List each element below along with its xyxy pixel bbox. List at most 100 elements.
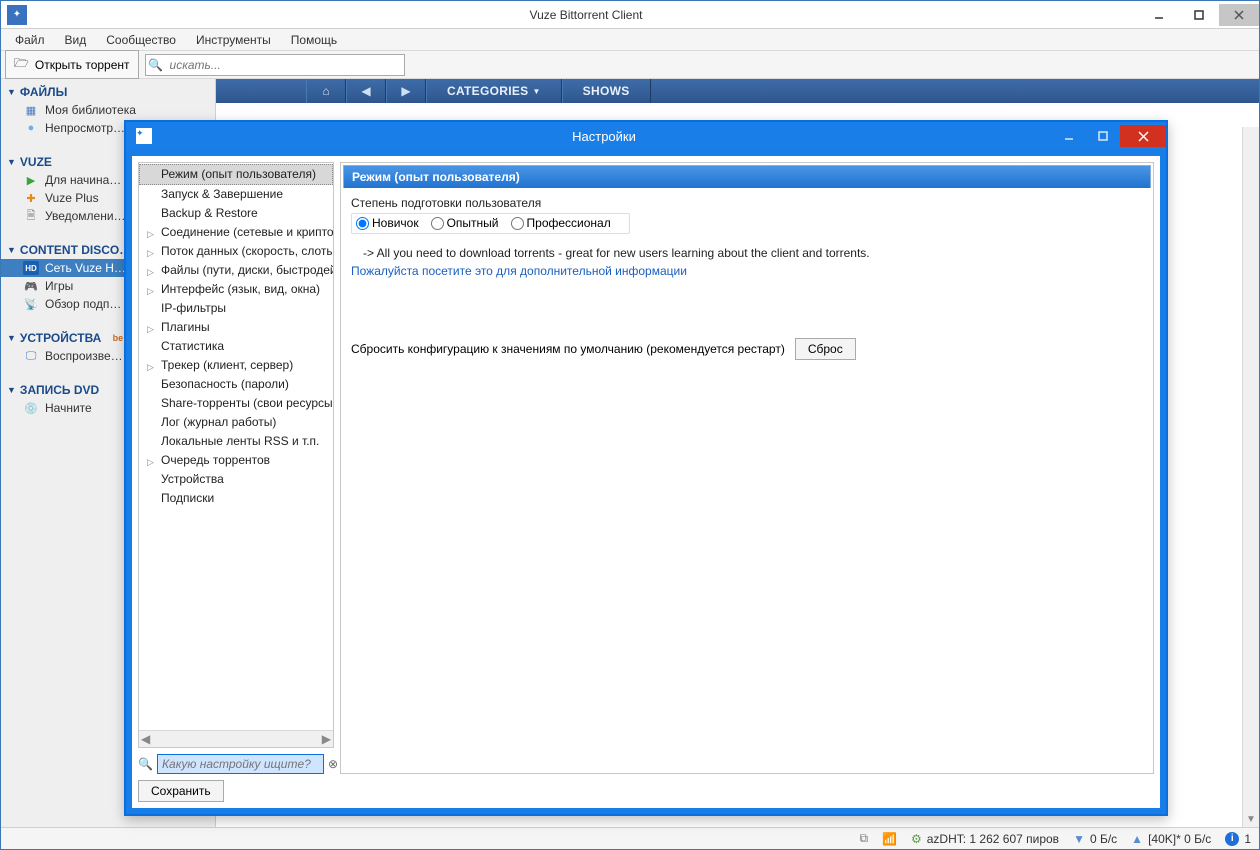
open-torrent-button[interactable]: 🗁 Открыть торрент — [5, 50, 139, 79]
radio-beginner[interactable]: Новичок — [356, 216, 419, 230]
rss-icon: 📡 — [23, 297, 39, 311]
tree-item-stats[interactable]: Статистика — [139, 337, 333, 356]
tree-item-mode[interactable]: Режим (опыт пользователя) — [139, 164, 333, 185]
radio-intermediate[interactable]: Опытный — [431, 216, 499, 230]
tree-item-queue[interactable]: Очередь торрентов — [139, 451, 333, 470]
nav-chip-label: SHOWS — [583, 84, 630, 98]
tree-item-plugins[interactable]: Плагины — [139, 318, 333, 337]
nav-chip-label: CATEGORIES — [447, 84, 528, 98]
nav-forward-button[interactable]: ▶ — [386, 79, 426, 103]
user-level-legend: Степень подготовки пользователя — [351, 196, 1143, 210]
tree-item-sharing[interactable]: Share-торренты (свои ресурсы) — [139, 394, 333, 413]
status-download[interactable]: ▼0 Б/с — [1073, 832, 1117, 846]
dialog-maximize-button[interactable] — [1086, 125, 1120, 147]
radio-beginner-input[interactable] — [356, 217, 369, 230]
sidebar-item-label: Непросмотр… — [45, 121, 125, 135]
sidebar-item-label: Игры — [45, 279, 73, 293]
radio-label: Опытный — [447, 216, 499, 230]
nav-home-button[interactable]: ⌂ — [306, 79, 346, 103]
tree-item-security[interactable]: Безопасность (пароли) — [139, 375, 333, 394]
panel-heading: Режим (опыт пользователя) — [343, 165, 1151, 188]
info-icon: i — [1225, 832, 1239, 846]
radio-advanced[interactable]: Профессионал — [511, 216, 611, 230]
beta-badge: be — [113, 333, 124, 343]
app-icon: ✦ — [136, 128, 152, 144]
dot-icon: ● — [23, 121, 39, 135]
sidebar-item-label: Воспроизве… — [45, 349, 123, 363]
tree-item-logging[interactable]: Лог (журнал работы) — [139, 413, 333, 432]
scrollbar-vertical[interactable]: ▼ — [1242, 127, 1259, 827]
status-down-text: 0 Б/с — [1090, 832, 1117, 846]
dialog-title: Настройки — [156, 129, 1052, 144]
library-icon: ▦ — [23, 103, 39, 117]
statusbar: ⧉ 📶 ⚙azDHT: 1 262 607 пиров ▼0 Б/с ▲[40K… — [1, 827, 1259, 849]
tree-item-files[interactable]: Файлы (пути, диски, быстродейс… — [139, 261, 333, 280]
menu-help[interactable]: Помощь — [283, 31, 345, 49]
radio-intermediate-input[interactable] — [431, 217, 444, 230]
sidebar-item-label: Начните — [45, 401, 92, 415]
note-icon: 🗎 — [23, 209, 39, 223]
radio-advanced-input[interactable] — [511, 217, 524, 230]
sidebar-item-label: Сеть Vuze H… — [45, 261, 126, 275]
toolbar: 🗁 Открыть торрент 🔍 — [1, 51, 1259, 79]
menu-tools[interactable]: Инструменты — [188, 31, 279, 49]
plus-icon: ✚ — [23, 191, 39, 205]
tree-item-backup[interactable]: Backup & Restore — [139, 204, 333, 223]
user-level-radios: Новичок Опытный Профессионал — [351, 213, 630, 234]
tree-item-transfer[interactable]: Поток данных (скорость, слоты) — [139, 242, 333, 261]
status-upload[interactable]: ▲[40K]* 0 Б/с — [1131, 832, 1211, 846]
maximize-button[interactable] — [1179, 4, 1219, 26]
tree-item-tracker[interactable]: Трекер (клиент, сервер) — [139, 356, 333, 375]
dialog-close-button[interactable] — [1120, 125, 1166, 147]
status-friends[interactable]: i1 — [1225, 832, 1251, 846]
radio-label: Профессионал — [527, 216, 611, 230]
tree-item-connection[interactable]: Соединение (сетевые и крипто на… — [139, 223, 333, 242]
settings-panel: Режим (опыт пользователя) Степень подгот… — [340, 162, 1154, 774]
settings-dialog: ✦ Настройки Режим (опыт пользователя) За… — [124, 120, 1168, 816]
nav-shows[interactable]: SHOWS — [562, 79, 651, 103]
menu-file[interactable]: Файл — [7, 31, 53, 49]
minimize-button[interactable] — [1139, 4, 1179, 26]
sidebar-section-label: УСТРОЙСТВА — [20, 331, 101, 345]
tree-item-devices[interactable]: Устройства — [139, 470, 333, 489]
save-button[interactable]: Сохранить — [138, 780, 224, 802]
sidebar-item-label: Vuze Plus — [45, 191, 99, 205]
nav-back-button[interactable]: ◀ — [346, 79, 386, 103]
dialog-footer: Сохранить — [138, 774, 1154, 802]
scroll-down-icon: ▼ — [1246, 814, 1256, 825]
nav-categories[interactable]: CATEGORIES▼ — [426, 79, 562, 103]
sidebar-item-library[interactable]: ▦Моя библиотека — [1, 101, 215, 119]
sidebar-item-label: Уведомлени… — [45, 209, 126, 223]
dialog-window-controls — [1052, 125, 1166, 147]
settings-search-reset[interactable]: ⊗ — [328, 757, 338, 771]
open-torrent-label: Открыть торрент — [35, 58, 130, 72]
window-title: Vuze Bittorrent Client — [33, 8, 1139, 22]
scroll-left-icon: ◀ — [141, 732, 150, 746]
dialog-minimize-button[interactable] — [1052, 125, 1086, 147]
tree-item-rss[interactable]: Локальные ленты RSS и т.п. — [139, 432, 333, 451]
menu-community[interactable]: Сообщество — [98, 31, 184, 49]
sidebar-section-files[interactable]: ФАЙЛЫ — [1, 81, 215, 101]
close-button[interactable] — [1219, 4, 1259, 26]
menu-view[interactable]: Вид — [57, 31, 95, 49]
more-info-link[interactable]: Пожалуйста посетите это для дополнительн… — [351, 264, 1143, 278]
tree-item-ipfilters[interactable]: IP-фильтры — [139, 299, 333, 318]
status-wifi-icon[interactable]: 📶 — [882, 832, 897, 846]
settings-tree: Режим (опыт пользователя) Запуск & Завер… — [138, 162, 334, 748]
folder-open-icon: 🗁 — [14, 54, 29, 75]
reset-button[interactable]: Сброс — [795, 338, 856, 360]
search-icon: 🔍 — [146, 58, 166, 72]
tree-item-startup[interactable]: Запуск & Завершение — [139, 185, 333, 204]
settings-tree-panel: Режим (опыт пользователя) Запуск & Завер… — [138, 162, 334, 774]
radio-label: Новичок — [372, 216, 419, 230]
window-controls — [1139, 4, 1259, 26]
status-friends-text: 1 — [1244, 832, 1251, 846]
tree-item-interface[interactable]: Интерфейс (язык, вид, окна) — [139, 280, 333, 299]
status-copy-icon[interactable]: ⧉ — [859, 831, 868, 846]
settings-search-input[interactable] — [157, 754, 324, 774]
status-dht[interactable]: ⚙azDHT: 1 262 607 пиров — [911, 832, 1059, 846]
search-icon: 🔍 — [138, 757, 153, 771]
tree-item-subscriptions[interactable]: Подписки — [139, 489, 333, 508]
search-input[interactable] — [166, 58, 404, 72]
tree-horizontal-scrollbar[interactable]: ◀▶ — [139, 730, 333, 747]
